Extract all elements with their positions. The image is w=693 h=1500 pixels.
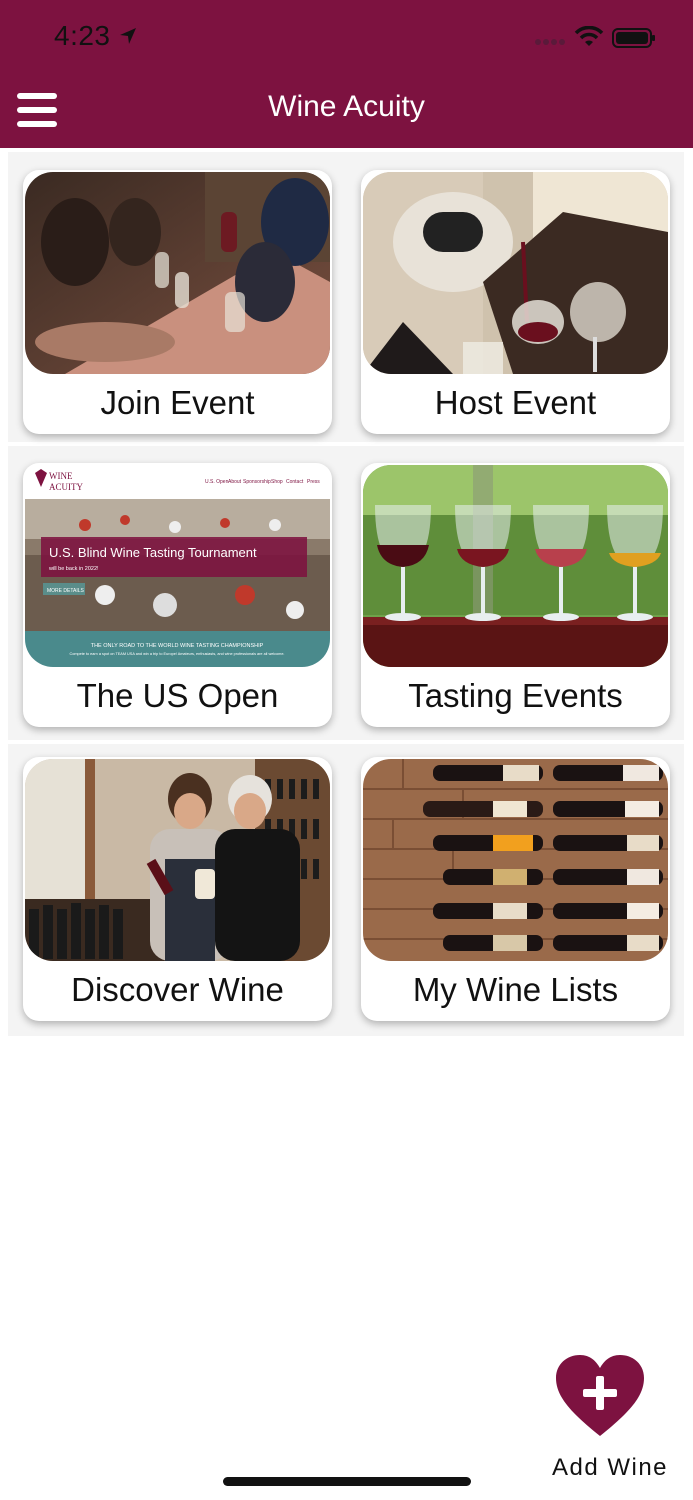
host-event-tile[interactable]: Host Event — [361, 170, 670, 434]
location-arrow-icon — [120, 28, 136, 44]
add-wine-label[interactable]: Add Wine — [540, 1454, 680, 1482]
us-open-nav-4: Shop — [271, 479, 283, 485]
us-open-banner-sub: will be back in 2022! — [48, 566, 99, 572]
us-open-logo-line1: WINE — [49, 471, 73, 481]
tasting-events-label: Tasting Events — [408, 677, 623, 714]
host-event-image — [363, 172, 668, 374]
us-open-image: WINE ACUITY U.S. Open About Sponsorship … — [25, 465, 330, 667]
us-open-banner-title: U.S. Blind Wine Tasting Tournament — [49, 545, 257, 560]
status-time: 4:23 — [54, 20, 111, 51]
us-open-label: The US Open — [76, 677, 279, 714]
host-event-label: Host Event — [434, 384, 597, 421]
us-open-nav-5: Contact — [286, 479, 304, 485]
join-event-label: Join Event — [100, 384, 255, 421]
us-open-nav-1: U.S. Open — [205, 479, 229, 485]
us-open-nav-3: Sponsorship — [243, 479, 271, 485]
add-wine-button[interactable] — [550, 1352, 650, 1442]
my-wine-lists-tile[interactable]: My Wine Lists — [361, 757, 670, 1021]
us-open-more-details: MORE DETAILS — [47, 588, 85, 594]
discover-wine-tile[interactable]: Discover Wine — [23, 757, 332, 1021]
my-wine-lists-image — [363, 759, 668, 961]
discover-wine-image — [25, 759, 330, 961]
us-open-logo-line2: ACUITY — [49, 482, 83, 492]
us-open-footer-title: THE ONLY ROAD TO THE WORLD WINE TASTING … — [91, 643, 264, 649]
heart-plus-icon — [556, 1355, 644, 1436]
tasting-events-image — [363, 465, 668, 667]
join-event-tile[interactable]: Join Event — [23, 170, 332, 434]
tasting-events-tile[interactable]: Tasting Events — [361, 463, 670, 727]
wifi-icon — [574, 26, 604, 46]
home-indicator[interactable] — [223, 1477, 471, 1486]
us-open-nav-2: About — [228, 479, 242, 485]
page-title: Wine Acuity — [268, 90, 425, 123]
battery-icon — [612, 28, 655, 48]
us-open-nav-6: Press — [307, 479, 320, 485]
my-wine-lists-label: My Wine Lists — [412, 971, 619, 1008]
cellular-signal-icon — [535, 39, 565, 45]
join-event-image — [25, 172, 330, 374]
app-header: 4:23 Wine Acuity — [0, 0, 693, 148]
us-open-footer-sub: Compete to earn a spot on TEAM USA and w… — [70, 652, 285, 656]
us-open-tile[interactable]: WINE ACUITY U.S. Open About Sponsorship … — [23, 463, 332, 727]
discover-wine-label: Discover Wine — [71, 971, 284, 1008]
